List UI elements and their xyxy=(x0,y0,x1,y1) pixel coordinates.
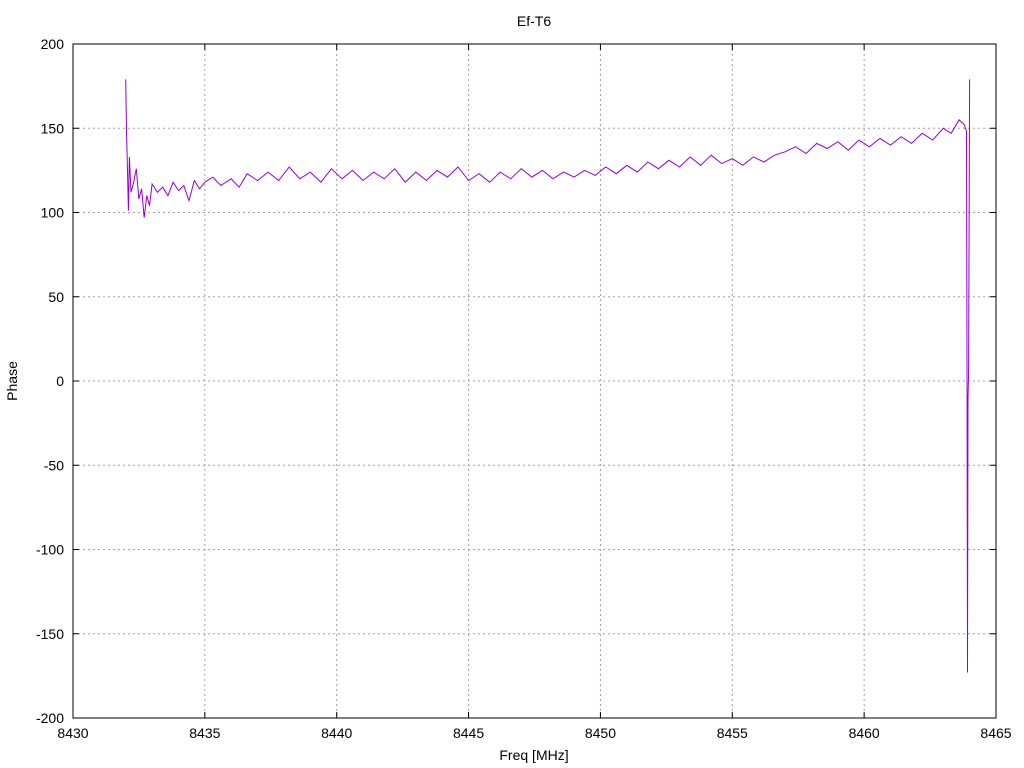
y-tick-label: 50 xyxy=(48,289,64,305)
chart-title: Ef-T6 xyxy=(517,13,551,29)
x-tick-label: 8450 xyxy=(585,725,616,741)
y-tick-label: 200 xyxy=(41,36,65,52)
series-line xyxy=(125,79,971,673)
y-axis-label: Phase xyxy=(4,361,20,401)
x-tick-label: 8440 xyxy=(321,725,352,741)
x-tick-label: 8430 xyxy=(57,725,88,741)
x-tick-label: 8435 xyxy=(189,725,220,741)
x-tick-label: 8460 xyxy=(849,725,880,741)
x-axis-label: Freq [MHz] xyxy=(499,747,568,763)
y-tick-label: -150 xyxy=(36,626,64,642)
y-tick-label: -100 xyxy=(36,542,64,558)
chart: Ef-T6 Freq [MHz] Phase 8430 8435 8440 8445 8… xyxy=(4,13,1012,763)
series-layer xyxy=(125,79,971,673)
x-tick-label: 8445 xyxy=(453,725,484,741)
axis-ticks: 8430 8435 8440 8445 8450 8455 8460 8465 -200 -150… xyxy=(36,36,1012,741)
x-tick-label: 8465 xyxy=(980,725,1011,741)
y-tick-label: 100 xyxy=(41,205,65,221)
y-tick-label: -50 xyxy=(44,457,64,473)
grid xyxy=(73,44,996,718)
x-tick-label: 8455 xyxy=(717,725,748,741)
y-tick-label: 0 xyxy=(56,373,64,389)
y-tick-label: -200 xyxy=(36,710,64,726)
y-tick-label: 150 xyxy=(41,120,65,136)
